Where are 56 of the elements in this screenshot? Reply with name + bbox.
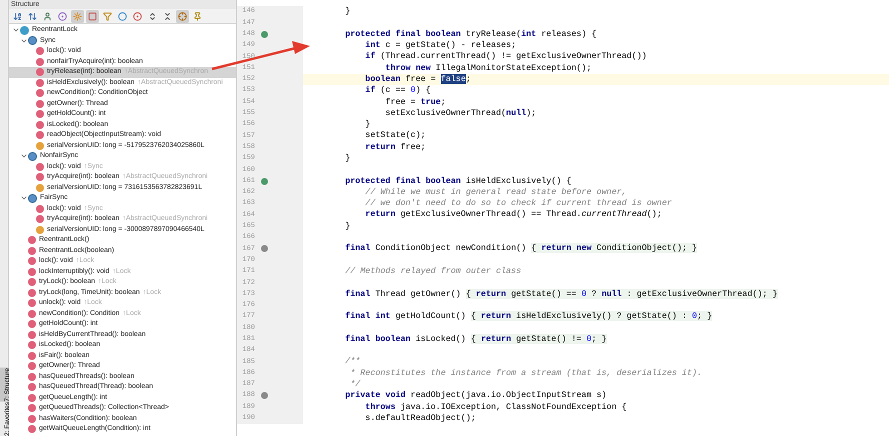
toolbar-button[interactable]: [176, 10, 189, 22]
code-line: setState(c);: [364, 130, 426, 142]
code-line: // we don't need to do so to check if current thread is owner: [364, 198, 672, 210]
code-line: */: [349, 378, 360, 390]
code-line: int c = getState() - releases;: [364, 40, 516, 52]
code-line: }: [344, 220, 350, 232]
code-line: }: [344, 6, 350, 18]
inner-class-icon: [28, 152, 37, 161]
code-line: throw new IllegalMonitorStateException();: [384, 62, 592, 74]
expand-all-icon: [148, 12, 157, 20]
toolbar-button[interactable]: [56, 10, 69, 22]
collapse-all-icon: [163, 12, 172, 20]
field-icon: [36, 184, 44, 192]
code-line: // Methods relayed from outer class: [344, 266, 522, 277]
code-line: // While we must in general read state before owner,: [364, 186, 627, 198]
code-line: final Thread getOwner() { return getState() == 0 ? null : getExclusiveOwnerThread(); }: [344, 288, 778, 300]
toolbar-button[interactable]: [86, 10, 99, 22]
code-line: }: [364, 119, 370, 130]
code-line: s.defaultReadObject();: [364, 412, 476, 424]
code-line: }: [344, 153, 350, 164]
code-line: return getExclusiveOwnerThread() == Thread.currentThread();: [364, 209, 662, 220]
code-line: if (Thread.currentThread() != getExclusiveOwnerThread()): [364, 51, 647, 62]
inner-class-icon: [28, 36, 37, 46]
code-line: if (c == 0) {: [364, 85, 431, 96]
code-line: protected final boolean tryRelease(int releases) {: [344, 28, 597, 40]
code-line: * Reconstitutes the instance from a stream (that is, deserializes it).: [349, 368, 702, 379]
code-line: /**: [344, 356, 360, 368]
sort-alpha-icon: [13, 12, 22, 20]
pin-icon: [193, 12, 202, 20]
code-line: protected final boolean isHeldExclusively() {: [344, 176, 572, 187]
toolbar-button[interactable]: [131, 10, 144, 22]
override-icon[interactable]: [260, 30, 268, 38]
square-icon: [88, 12, 97, 20]
code-line: final int getHoldCount() { return isHeldExclusively() ? getState() : 0; }: [344, 311, 712, 322]
record-icon: [133, 12, 142, 20]
crosshair-icon: [178, 12, 187, 20]
code-line: return free;: [364, 142, 426, 153]
code-line: boolean free = false;: [364, 74, 471, 85]
sort-icon: [28, 12, 37, 20]
person-icon: [43, 12, 52, 20]
class-icon: [20, 26, 29, 35]
override-icon[interactable]: [260, 178, 268, 185]
circle-icon: [118, 12, 127, 20]
code-line: final boolean isLocked() { return getState() != 0; }: [344, 334, 607, 345]
code-line: private void readObject(java.io.ObjectInputStream s): [344, 390, 607, 402]
code-line: final ConditionObject newCondition() { return new ConditionObject(); }: [344, 243, 698, 254]
code-line: setExclusiveOwnerThread(null);: [384, 108, 536, 119]
toolbar-button[interactable]: [116, 10, 129, 22]
sun-icon: [73, 12, 82, 20]
field-icon: [36, 142, 44, 150]
inner-class-icon: [28, 194, 37, 203]
dot-icon: [58, 12, 67, 20]
code-line: free = true;: [384, 96, 446, 108]
field-icon: [36, 226, 44, 234]
filter-icon: [103, 12, 112, 20]
code-line: throws java.io.IOException, ClassNotFoundException {: [364, 402, 627, 413]
